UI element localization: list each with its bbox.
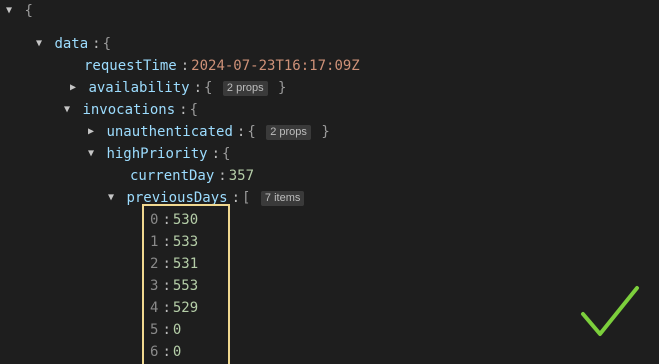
caret-down-icon[interactable]: ▼: [104, 187, 118, 209]
colon: :: [211, 146, 221, 162]
tree-node-current-day: currentDay:357: [130, 165, 254, 187]
open-brace: {: [204, 80, 213, 96]
colon: :: [231, 190, 241, 206]
props-count-badge: 2 props: [222, 81, 268, 96]
value-current-day: 357: [228, 168, 255, 184]
highlight-box: [142, 204, 230, 364]
caret-right-icon[interactable]: ▶: [84, 121, 98, 143]
items-count-badge: 7 items: [260, 191, 305, 206]
close-brace: }: [321, 124, 330, 140]
key-high-priority: highPriority: [106, 146, 208, 162]
caret-down-icon[interactable]: ▼: [32, 33, 46, 55]
key-unauthenticated: unauthenticated: [106, 124, 233, 140]
colon: :: [236, 124, 246, 140]
close-brace: }: [278, 80, 287, 96]
tree-node-root[interactable]: ▼ {: [2, 0, 33, 22]
tree-node-availability[interactable]: ▶ availability:{ 2 props }: [66, 77, 286, 99]
key-invocations: invocations: [82, 102, 176, 118]
props-count-badge: 2 props: [266, 125, 311, 140]
tree-node-invocations[interactable]: ▼ invocations:{: [60, 99, 198, 121]
key-request-time: requestTime: [84, 58, 177, 74]
caret-down-icon[interactable]: ▼: [2, 0, 16, 22]
key-current-day: currentDay: [130, 168, 215, 184]
open-brace: {: [189, 102, 199, 118]
caret-down-icon[interactable]: ▼: [84, 143, 98, 165]
key-data: data: [54, 36, 89, 52]
colon: :: [92, 36, 101, 52]
tree-node-unauthenticated[interactable]: ▶ unauthenticated:{ 2 props }: [84, 121, 330, 143]
root-open-brace: {: [24, 3, 33, 19]
key-availability: availability: [88, 80, 190, 96]
tree-node-request-time: requestTime:2024-07-23T16:17:09Z: [84, 55, 360, 77]
value-request-time: 2024-07-23T16:17:09Z: [191, 58, 360, 74]
colon: :: [193, 80, 203, 96]
checkmark-icon: [581, 286, 639, 336]
caret-right-icon[interactable]: ▶: [66, 77, 80, 99]
colon: :: [218, 168, 227, 184]
colon: :: [180, 58, 190, 74]
colon: :: [179, 102, 188, 118]
tree-node-data[interactable]: ▼ data:{: [32, 33, 111, 55]
open-brace: {: [247, 124, 256, 140]
tree-node-high-priority[interactable]: ▼ highPriority:{: [84, 143, 230, 165]
open-brace: {: [102, 36, 112, 52]
open-bracket: [: [242, 190, 251, 206]
open-brace: {: [222, 146, 231, 162]
caret-down-icon[interactable]: ▼: [60, 99, 74, 121]
